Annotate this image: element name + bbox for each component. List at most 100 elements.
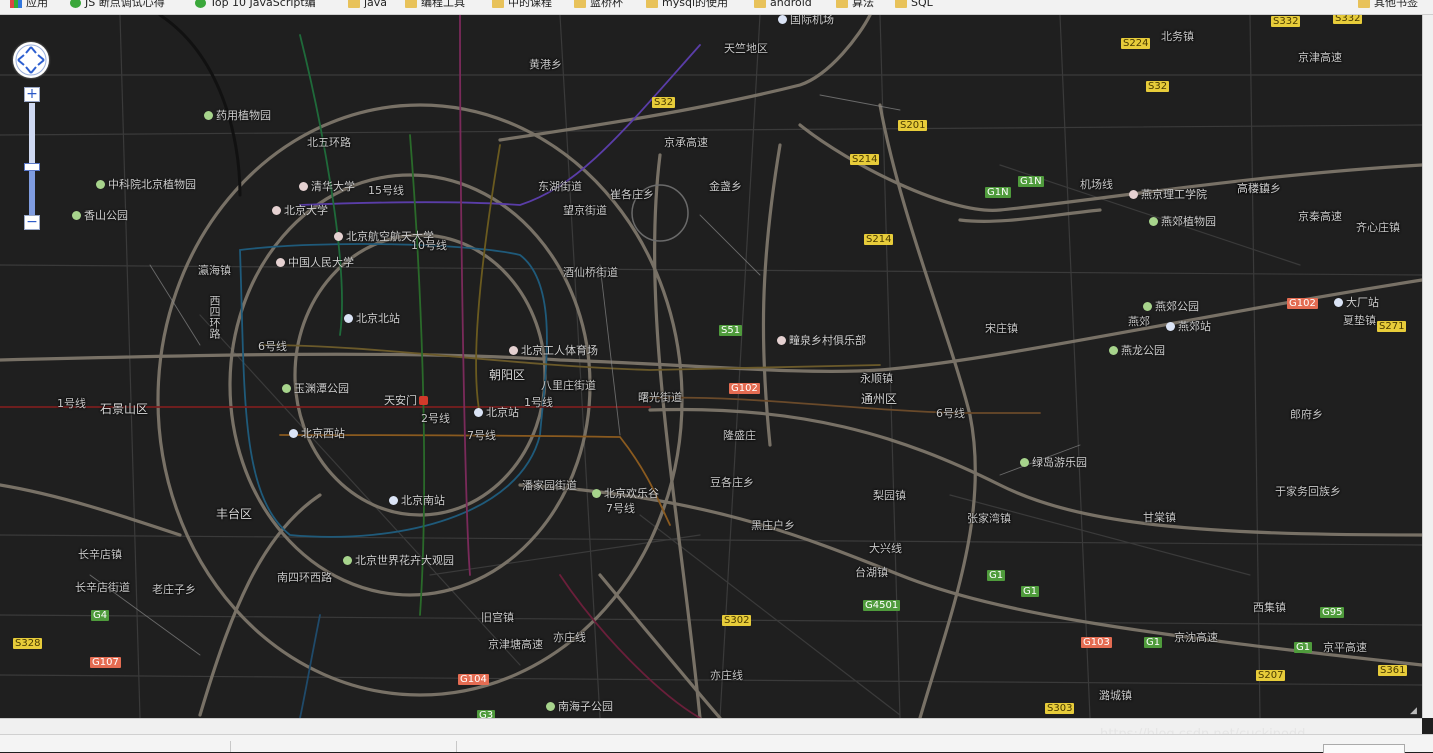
metro-label: 7号线 <box>467 429 496 442</box>
zoom-slider-handle[interactable] <box>24 162 40 171</box>
road-shield: S201 <box>898 120 928 131</box>
bookmark-folder-other[interactable]: 其他书签 <box>1358 0 1418 10</box>
road-shield: G104 <box>458 674 489 685</box>
poi-station[interactable]: 北京站 <box>474 407 519 419</box>
place-label: 甘棠镇 <box>1143 511 1176 524</box>
train-station-icon <box>1334 298 1343 307</box>
poi-park[interactable]: 中科院北京植物园 <box>96 179 196 191</box>
poi-university[interactable]: 北京大学 <box>272 205 328 217</box>
place-label: 台湖镇 <box>855 566 888 579</box>
bookmark-folder-java[interactable]: java <box>348 0 387 10</box>
poi-park[interactable]: 北京欢乐谷 <box>592 488 659 500</box>
place-label: 大兴线 <box>869 542 902 555</box>
pan-arrows-icon <box>15 44 47 76</box>
vertical-scrollbar[interactable] <box>1422 15 1433 718</box>
road-shield: G1N <box>1018 176 1044 187</box>
poi-university[interactable]: 燕京理工学院 <box>1129 189 1207 201</box>
stadium-icon <box>509 346 518 355</box>
road-shield: S332 <box>1271 16 1301 27</box>
poi-university[interactable]: 中国人民大学 <box>276 257 354 269</box>
poi-station[interactable]: 燕郊站 <box>1166 321 1211 333</box>
folder-icon <box>836 0 848 8</box>
bookmark-top10-js[interactable]: Top 10 JavaScript编 <box>195 0 316 10</box>
road-label: 北五环路 <box>307 136 351 149</box>
poi-university[interactable]: 清华大学 <box>299 181 355 193</box>
poi-park[interactable]: 北京世界花卉大观园 <box>343 555 454 567</box>
poi-park[interactable]: 燕郊公园 <box>1143 301 1199 313</box>
road-shield: S302 <box>722 615 752 626</box>
place-label: 京承高速 <box>664 136 708 149</box>
poi-station[interactable]: 大厂站 <box>1334 297 1379 309</box>
bookmark-folder-tools[interactable]: 编程工具 <box>405 0 465 10</box>
park-icon <box>204 111 213 120</box>
poi-park[interactable]: 南海子公园 <box>546 701 613 713</box>
poi-station[interactable]: 北京西站 <box>289 428 345 440</box>
place-label: 燕郊 <box>1128 315 1150 328</box>
zoom-in-button[interactable]: + <box>24 87 40 102</box>
poi-landmark[interactable]: 国际机场 <box>778 15 834 26</box>
map-canvas[interactable]: 石景山区 丰台区 朝阳区 通州区 天竺地区 黄港乡 北务镇 宋庄镇 永顺镇 金盏… <box>0 15 1422 718</box>
apps-grid-icon <box>10 0 22 8</box>
bookmark-apps[interactable]: 应用 <box>10 0 48 10</box>
bookmark-folder-lanqiao[interactable]: 蓝桥杯 <box>574 0 623 10</box>
place-label: 机场线 <box>1080 178 1113 191</box>
pan-control[interactable] <box>13 42 49 78</box>
place-label: 潞城镇 <box>1099 689 1132 702</box>
metro-label: 1号线 <box>524 396 553 409</box>
road-shield: S32 <box>1146 81 1170 92</box>
bookmark-folder-algorithm[interactable]: 算法 <box>836 0 874 10</box>
bookmark-folder-mysql[interactable]: mysql的使用 <box>646 0 728 10</box>
university-icon <box>299 182 308 191</box>
place-label: 曙光街道 <box>638 391 682 404</box>
poi-park[interactable]: 玉渊潭公园 <box>282 383 349 395</box>
university-icon <box>1129 190 1138 199</box>
train-station-icon <box>289 429 298 438</box>
road-shield: G4501 <box>863 600 901 611</box>
place-label: 望京街道 <box>563 204 607 217</box>
train-station-icon <box>344 314 353 323</box>
university-icon <box>272 206 281 215</box>
poi-park[interactable]: 燕龙公园 <box>1109 345 1165 357</box>
bookmark-favicon-icon <box>195 0 206 8</box>
place-label: 酒仙桥街道 <box>563 266 618 279</box>
poi-park[interactable]: 香山公园 <box>72 210 128 222</box>
poi-park[interactable]: 绿岛游乐园 <box>1020 457 1087 469</box>
bookmark-favicon-icon <box>70 0 81 8</box>
road-shield: S328 <box>13 638 43 649</box>
park-icon <box>546 702 555 711</box>
place-label: 高楼镇 <box>1237 182 1270 195</box>
status-bar-button[interactable] <box>1323 744 1405 753</box>
park-icon <box>343 556 352 565</box>
bookmark-folder-sql[interactable]: SQL <box>895 0 933 10</box>
place-label: 黑庄户乡 <box>751 519 795 532</box>
place-label: 于家务回族乡 <box>1275 485 1341 498</box>
poi-landmark[interactable]: 天安门 <box>384 395 431 407</box>
poi-station[interactable]: 北京南站 <box>389 495 445 507</box>
road-shield: G1 <box>987 570 1006 581</box>
poi-park[interactable]: 药用植物园 <box>204 110 271 122</box>
road-shield: G1N <box>985 187 1011 198</box>
poi-park[interactable]: 燕郊植物园 <box>1149 216 1216 228</box>
university-icon <box>276 258 285 267</box>
road-shield: S214 <box>864 234 894 245</box>
bookmarks-bar: 应用 JS 断点调试心得 Top 10 JavaScript编 java 编程工… <box>0 0 1433 15</box>
zoom-level-bar <box>29 166 35 215</box>
folder-icon <box>348 0 360 8</box>
road-label: 西四环路 <box>208 295 221 339</box>
place-label: 夏垫镇 <box>1343 314 1376 327</box>
place-label: 梨园镇 <box>873 489 906 502</box>
park-icon <box>592 489 601 498</box>
poi-landmark[interactable]: 北京工人体育场 <box>509 345 598 357</box>
bookmark-folder-courses[interactable]: 中的课程 <box>492 0 552 10</box>
poi-landmark[interactable]: 疃泉乡村俱乐部 <box>777 335 866 347</box>
poi-university[interactable]: 北京航空航天大学 <box>334 231 434 243</box>
zoom-out-button[interactable]: − <box>24 215 40 230</box>
metro-label: 1号线 <box>57 397 86 410</box>
folder-icon <box>492 0 504 8</box>
bookmark-folder-android[interactable]: android <box>754 0 812 10</box>
district-label: 朝阳区 <box>489 368 526 382</box>
poi-station[interactable]: 北京北站 <box>344 313 400 325</box>
train-station-icon <box>389 496 398 505</box>
train-station-icon <box>474 408 483 417</box>
bookmark-js-debug[interactable]: JS 断点调试心得 <box>70 0 165 10</box>
